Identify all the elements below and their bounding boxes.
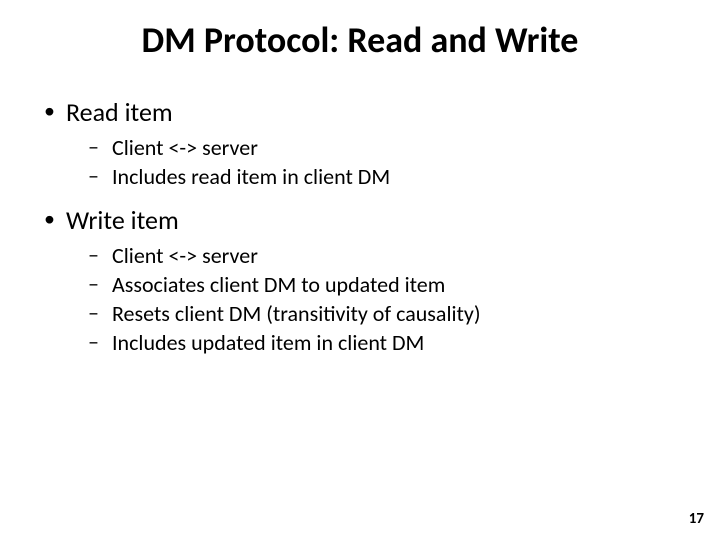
- subbullet: Includes updated item in client DM: [40, 329, 680, 356]
- subbullet: Client <-> server: [40, 134, 680, 161]
- slide: DM Protocol: Read and Write Read item Cl…: [0, 0, 720, 540]
- bullet-write-item: Write item: [40, 204, 680, 236]
- subbullets-read: Client <-> server Includes read item in …: [40, 134, 680, 190]
- page-number: 17: [689, 510, 704, 528]
- subbullet: Includes read item in client DM: [40, 163, 680, 190]
- subbullet: Associates client DM to updated item: [40, 271, 680, 298]
- slide-body: Read item Client <-> server Includes rea…: [0, 62, 720, 356]
- slide-title: DM Protocol: Read and Write: [0, 0, 720, 62]
- bullet-read-item: Read item: [40, 96, 680, 128]
- subbullets-write: Client <-> server Associates client DM t…: [40, 242, 680, 356]
- subbullet: Resets client DM (transitivity of causal…: [40, 300, 680, 327]
- subbullet: Client <-> server: [40, 242, 680, 269]
